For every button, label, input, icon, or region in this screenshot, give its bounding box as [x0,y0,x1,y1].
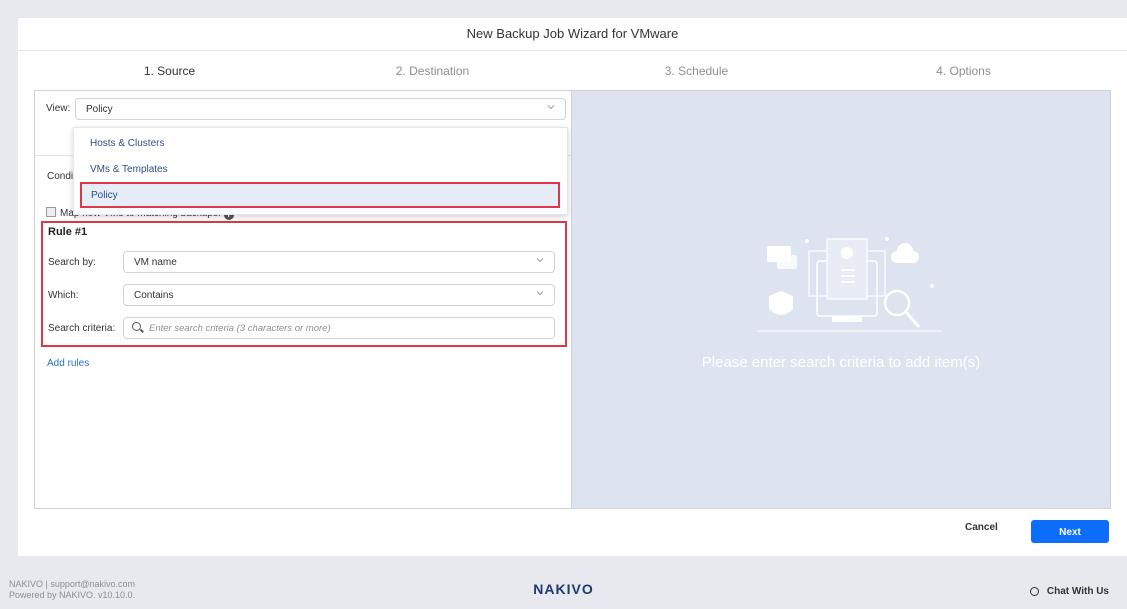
search-by-value: VM name [134,257,177,268]
which-label: Which: [48,290,79,301]
which-select[interactable]: Contains [123,284,555,306]
empty-state-illustration [757,237,942,332]
chevron-down-icon [535,255,545,265]
rule-box: Rule #1 Search by: VM name Which: Contai… [41,221,567,347]
chat-with-us-button[interactable]: Chat With Us [1029,586,1109,597]
add-rules-link[interactable]: Add rules [47,358,89,369]
rule-title: Rule #1 [48,226,88,238]
cancel-button[interactable]: Cancel [965,522,998,533]
footer: NAKIVO | support@nakivo.com Powered by N… [0,570,1127,609]
step-schedule[interactable]: 3. Schedule [558,51,835,91]
source-left-panel: View: Policy Conditi Map new VMs to matc… [35,91,572,508]
selected-items-panel: Please enter search criteria to add item… [572,91,1110,508]
nakivo-logo: NAKIVO [533,581,594,597]
view-dropdown-menu: Hosts & Clusters VMs & Templates Policy [73,127,568,215]
which-value: Contains [134,290,174,301]
empty-state-message: Please enter search criteria to add item… [701,354,981,371]
chat-label: Chat With Us [1046,586,1109,597]
step-source[interactable]: 1. Source [31,51,308,91]
view-select[interactable]: Policy [75,98,566,120]
search-by-label: Search by: [48,257,96,268]
search-icon [132,322,141,331]
view-option-policy-label: Policy [91,190,118,201]
wizard-steps: 1. Source 2. Destination 3. Schedule 4. … [18,51,1127,91]
view-row: View: Policy [35,91,571,127]
step-options[interactable]: 4. Options [825,51,1102,91]
view-option-vms-templates[interactable]: VMs & Templates [90,164,168,175]
view-option-policy[interactable]: Policy [80,182,560,208]
search-criteria-input[interactable]: Enter search criteria (3 characters or m… [123,317,555,339]
source-panels: View: Policy Conditi Map new VMs to matc… [34,90,1111,509]
view-label: View: [46,103,71,114]
search-criteria-label: Search criteria: [48,323,116,334]
view-select-value: Policy [86,104,113,115]
search-criteria-placeholder: Enter search criteria (3 characters or m… [149,323,331,334]
next-button[interactable]: Next [1031,520,1109,543]
wizard-title: New Backup Job Wizard for VMware [18,18,1127,51]
search-by-select[interactable]: VM name [123,251,555,273]
chevron-down-icon [535,288,545,298]
map-new-vms-checkbox[interactable] [46,207,56,217]
view-option-hosts-clusters[interactable]: Hosts & Clusters [90,138,164,149]
chevron-down-icon [546,102,556,112]
wizard-window: New Backup Job Wizard for VMware 1. Sour… [18,18,1127,556]
step-destination[interactable]: 2. Destination [294,51,571,91]
chat-icon [1029,587,1039,596]
